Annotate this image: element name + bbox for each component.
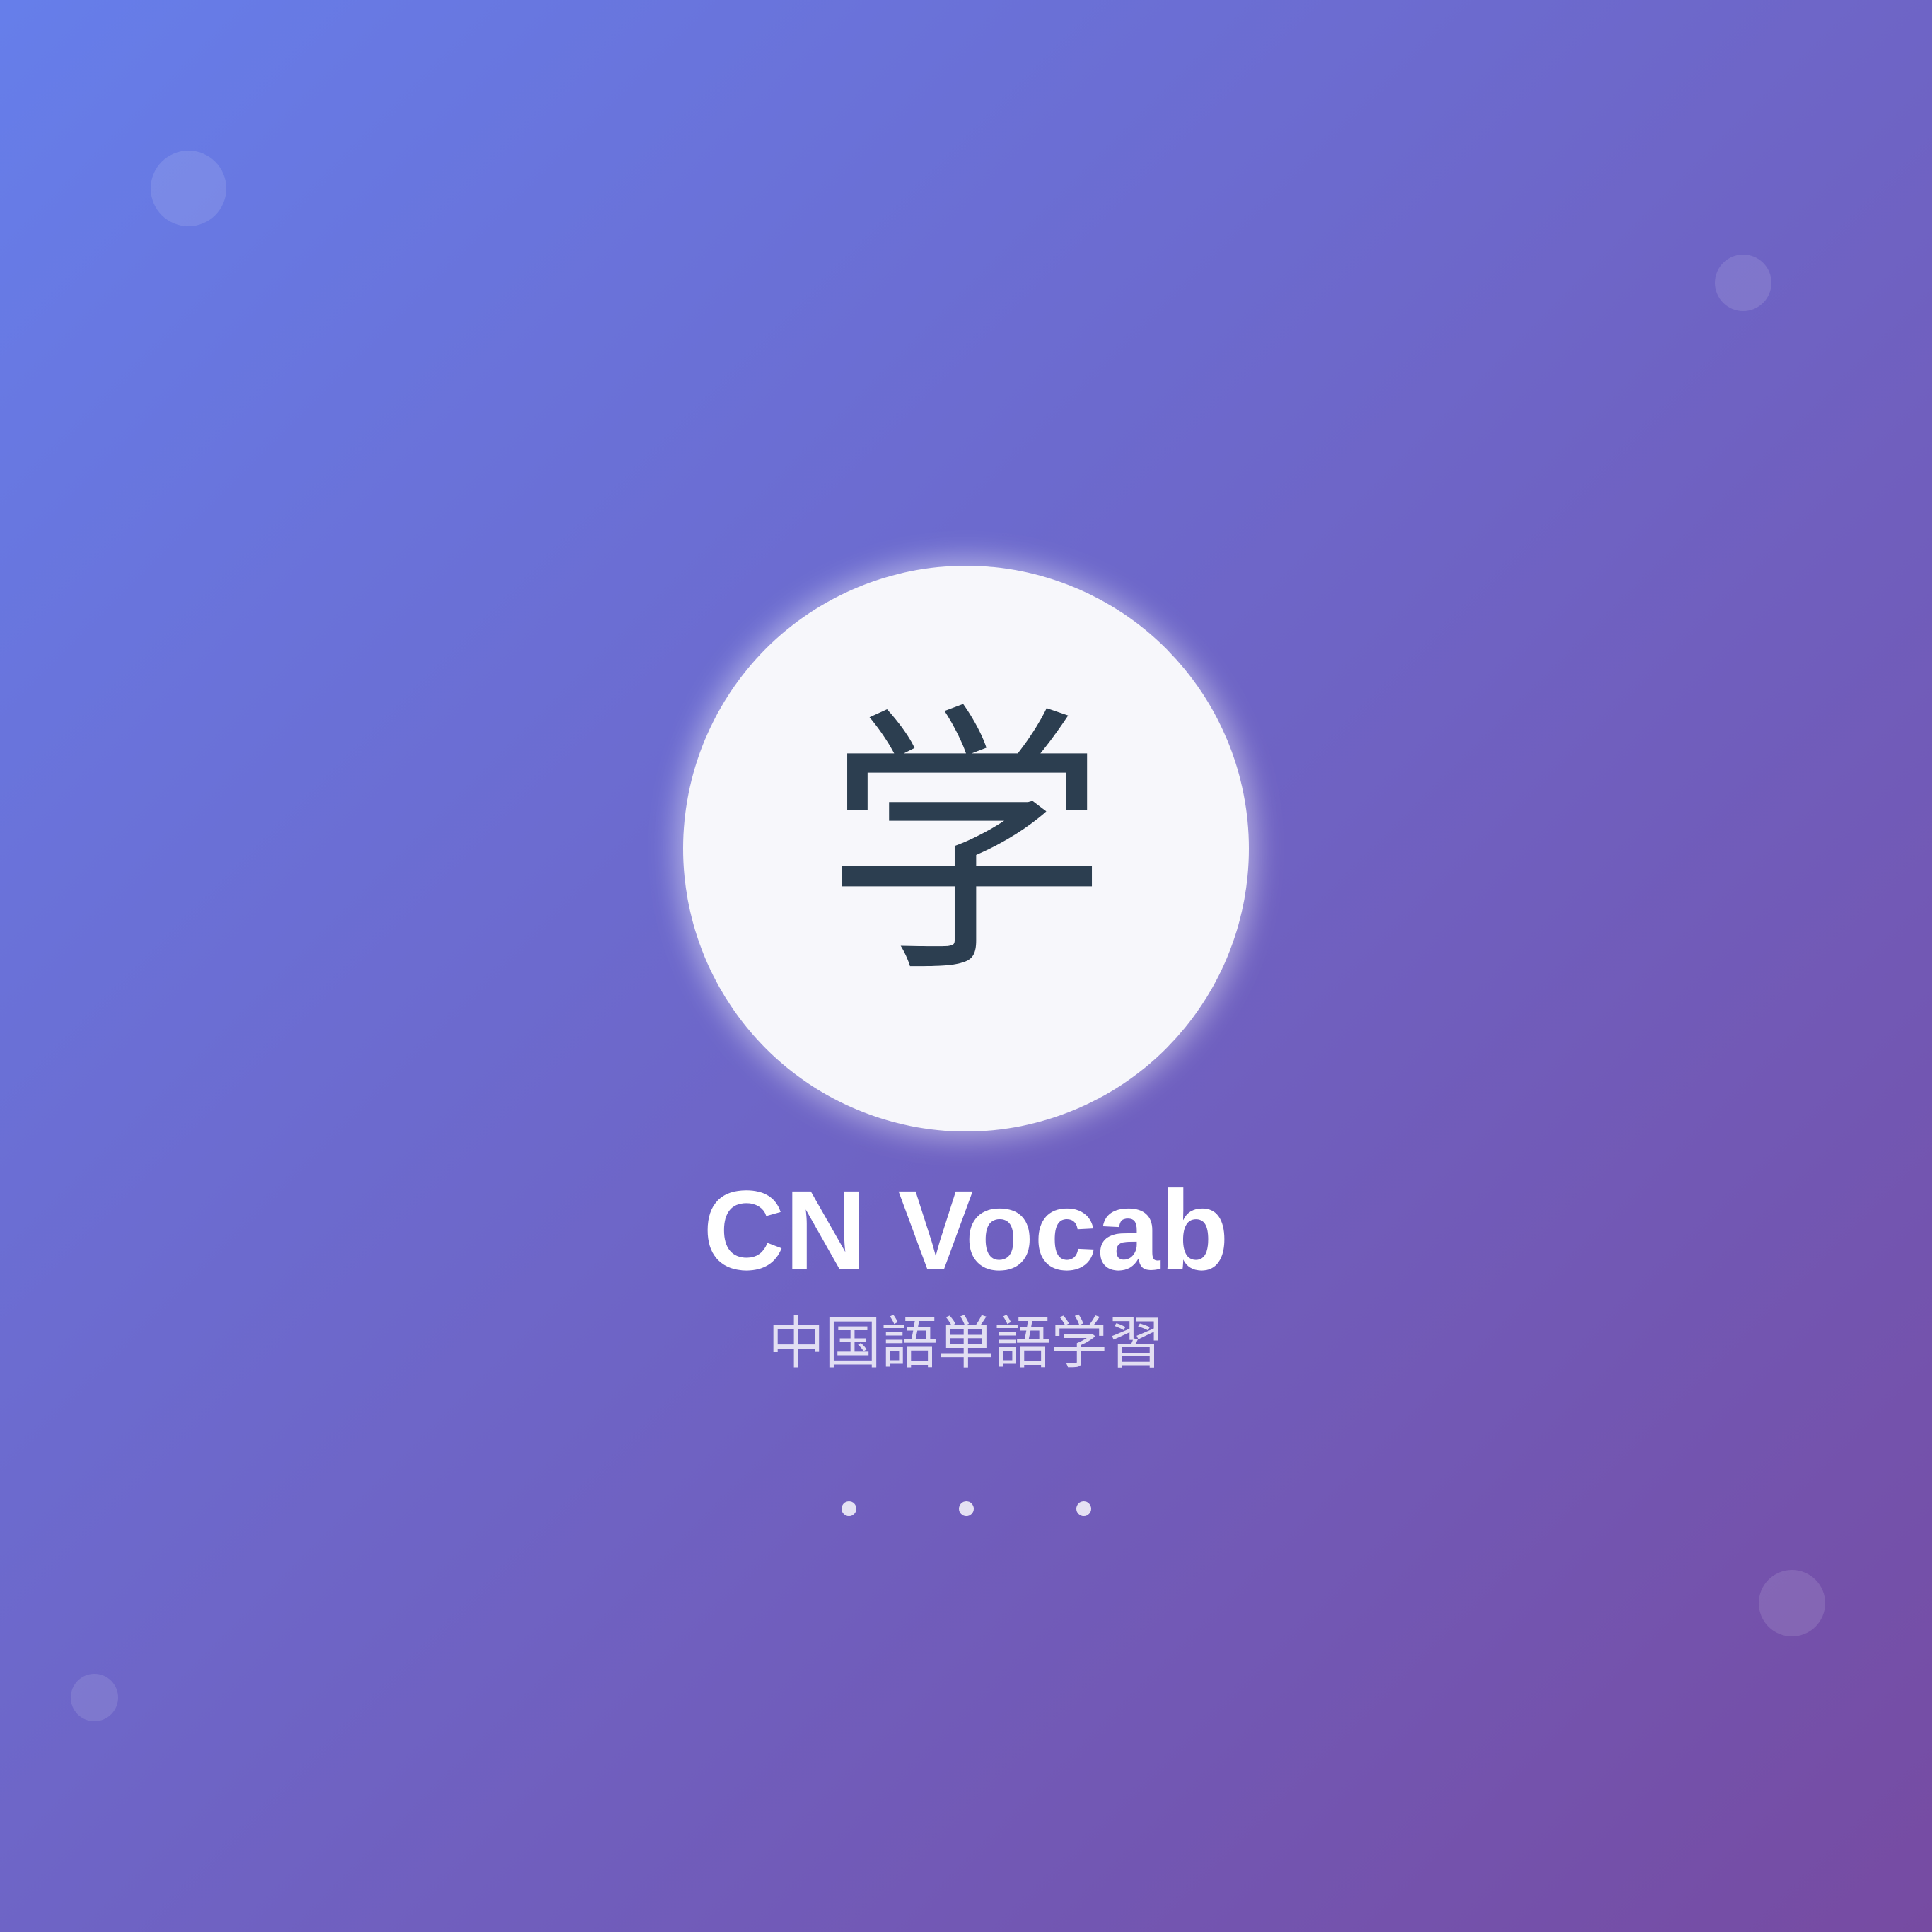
decorative-bubble: [1715, 255, 1771, 311]
decorative-bubble: [1759, 1570, 1825, 1636]
logo-character: 学: [825, 682, 1107, 1011]
decorative-bubble: [151, 151, 226, 226]
loading-dot: [841, 1501, 856, 1516]
app-subtitle: 中国語単語学習: [768, 1310, 1164, 1376]
loading-dot: [958, 1501, 974, 1516]
loading-dots-icon: [0, 1501, 1932, 1516]
decorative-bubble: [71, 1674, 118, 1721]
app-logo: 学: [683, 566, 1249, 1131]
loading-dot: [1076, 1501, 1091, 1516]
app-title: CN Vocab: [703, 1167, 1229, 1293]
